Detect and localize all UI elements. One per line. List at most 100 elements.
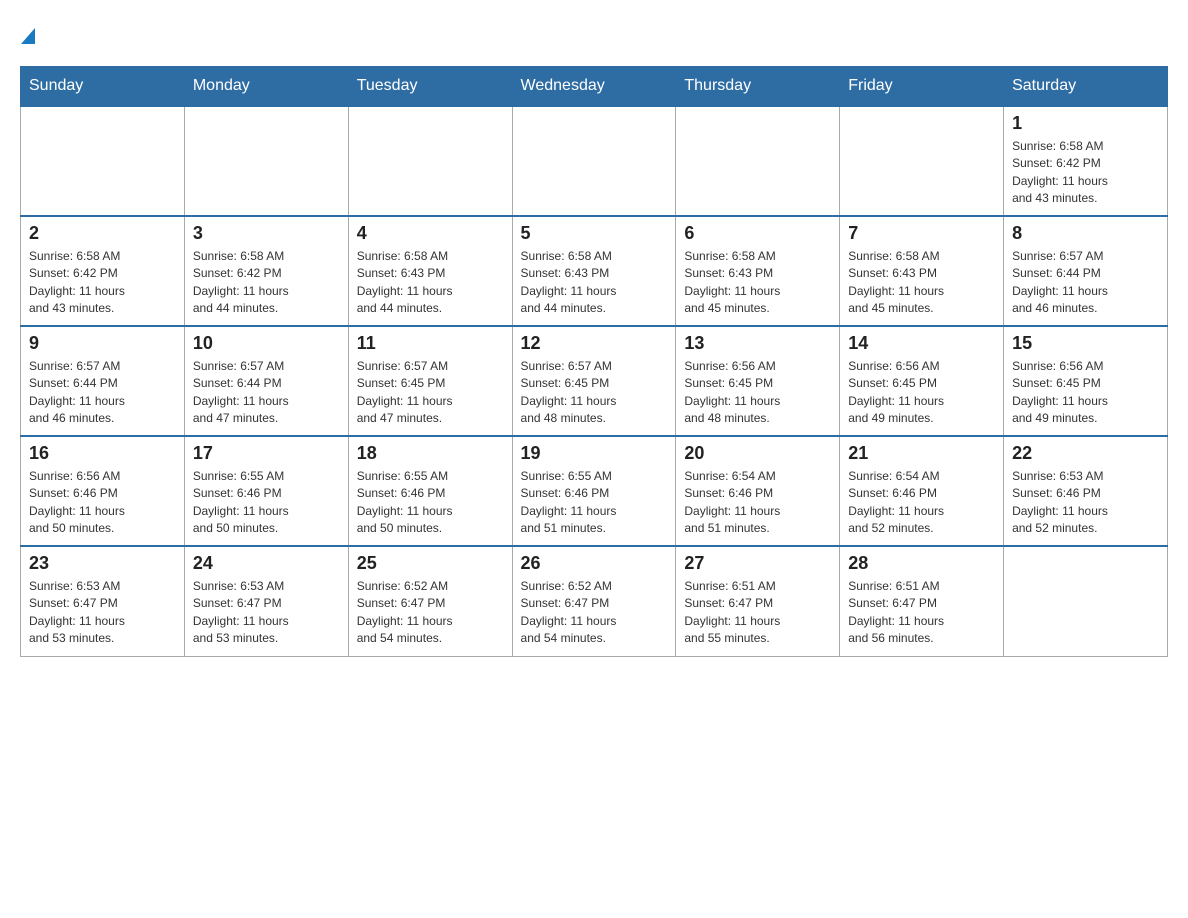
calendar-header-thursday: Thursday	[676, 67, 840, 107]
calendar-header-saturday: Saturday	[1004, 67, 1168, 107]
calendar-week-row: 1 Sunrise: 6:58 AM Sunset: 6:42 PM Daylig…	[21, 106, 1168, 216]
calendar-cell: 24 Sunrise: 6:53 AM Sunset: 6:47 PM Dayli…	[184, 546, 348, 656]
calendar-header-sunday: Sunday	[21, 67, 185, 107]
calendar-cell	[21, 106, 185, 216]
day-number: 10	[193, 333, 340, 354]
day-info: Sunrise: 6:54 AM Sunset: 6:46 PM Dayligh…	[848, 468, 995, 538]
calendar-cell: 16 Sunrise: 6:56 AM Sunset: 6:46 PM Dayli…	[21, 436, 185, 546]
day-number: 7	[848, 223, 995, 244]
day-number: 12	[521, 333, 668, 354]
calendar-cell: 3 Sunrise: 6:58 AM Sunset: 6:42 PM Daylig…	[184, 216, 348, 326]
day-info: Sunrise: 6:53 AM Sunset: 6:46 PM Dayligh…	[1012, 468, 1159, 538]
day-info: Sunrise: 6:56 AM Sunset: 6:45 PM Dayligh…	[848, 358, 995, 428]
day-info: Sunrise: 6:54 AM Sunset: 6:46 PM Dayligh…	[684, 468, 831, 538]
page-header	[20, 20, 1168, 56]
calendar-cell	[184, 106, 348, 216]
day-info: Sunrise: 6:57 AM Sunset: 6:44 PM Dayligh…	[1012, 248, 1159, 318]
calendar-cell: 1 Sunrise: 6:58 AM Sunset: 6:42 PM Daylig…	[1004, 106, 1168, 216]
day-info: Sunrise: 6:56 AM Sunset: 6:45 PM Dayligh…	[684, 358, 831, 428]
logo	[20, 20, 35, 56]
day-info: Sunrise: 6:57 AM Sunset: 6:45 PM Dayligh…	[357, 358, 504, 428]
calendar-cell	[512, 106, 676, 216]
calendar-cell: 18 Sunrise: 6:55 AM Sunset: 6:46 PM Dayli…	[348, 436, 512, 546]
day-number: 21	[848, 443, 995, 464]
day-number: 19	[521, 443, 668, 464]
calendar-cell: 11 Sunrise: 6:57 AM Sunset: 6:45 PM Dayli…	[348, 326, 512, 436]
calendar-cell: 8 Sunrise: 6:57 AM Sunset: 6:44 PM Daylig…	[1004, 216, 1168, 326]
day-number: 18	[357, 443, 504, 464]
calendar-cell: 21 Sunrise: 6:54 AM Sunset: 6:46 PM Dayli…	[840, 436, 1004, 546]
day-info: Sunrise: 6:58 AM Sunset: 6:43 PM Dayligh…	[357, 248, 504, 318]
day-info: Sunrise: 6:55 AM Sunset: 6:46 PM Dayligh…	[357, 468, 504, 538]
day-info: Sunrise: 6:57 AM Sunset: 6:44 PM Dayligh…	[29, 358, 176, 428]
calendar-week-row: 9Sunrise: 6:57 AM Sunset: 6:44 PM Daylig…	[21, 326, 1168, 436]
day-number: 6	[684, 223, 831, 244]
day-number: 22	[1012, 443, 1159, 464]
day-number: 25	[357, 553, 504, 574]
calendar-week-row: 23 Sunrise: 6:53 AM Sunset: 6:47 PM Dayli…	[21, 546, 1168, 656]
day-number: 1	[1012, 113, 1159, 134]
day-number: 11	[357, 333, 504, 354]
day-number: 27	[684, 553, 831, 574]
calendar-cell: 2 Sunrise: 6:58 AM Sunset: 6:42 PM Daylig…	[21, 216, 185, 326]
day-number: 14	[848, 333, 995, 354]
day-number: 5	[521, 223, 668, 244]
calendar-header-wednesday: Wednesday	[512, 67, 676, 107]
calendar-cell: 7Sunrise: 6:58 AM Sunset: 6:43 PM Daylig…	[840, 216, 1004, 326]
calendar-cell: 9Sunrise: 6:57 AM Sunset: 6:44 PM Daylig…	[21, 326, 185, 436]
calendar-cell	[840, 106, 1004, 216]
day-info: Sunrise: 6:51 AM Sunset: 6:47 PM Dayligh…	[684, 578, 831, 648]
calendar-header-tuesday: Tuesday	[348, 67, 512, 107]
day-number: 24	[193, 553, 340, 574]
calendar-cell	[676, 106, 840, 216]
day-number: 3	[193, 223, 340, 244]
calendar-cell: 5 Sunrise: 6:58 AM Sunset: 6:43 PM Daylig…	[512, 216, 676, 326]
day-number: 26	[521, 553, 668, 574]
calendar-cell: 22 Sunrise: 6:53 AM Sunset: 6:46 PM Dayli…	[1004, 436, 1168, 546]
calendar-header-friday: Friday	[840, 67, 1004, 107]
day-info: Sunrise: 6:53 AM Sunset: 6:47 PM Dayligh…	[29, 578, 176, 648]
calendar-cell: 12 Sunrise: 6:57 AM Sunset: 6:45 PM Dayli…	[512, 326, 676, 436]
day-number: 15	[1012, 333, 1159, 354]
calendar-header-monday: Monday	[184, 67, 348, 107]
calendar-cell: 10 Sunrise: 6:57 AM Sunset: 6:44 PM Dayli…	[184, 326, 348, 436]
day-info: Sunrise: 6:58 AM Sunset: 6:42 PM Dayligh…	[29, 248, 176, 318]
calendar-cell: 28Sunrise: 6:51 AM Sunset: 6:47 PM Dayli…	[840, 546, 1004, 656]
day-number: 23	[29, 553, 176, 574]
day-number: 28	[848, 553, 995, 574]
day-info: Sunrise: 6:58 AM Sunset: 6:43 PM Dayligh…	[521, 248, 668, 318]
day-info: Sunrise: 6:55 AM Sunset: 6:46 PM Dayligh…	[193, 468, 340, 538]
calendar-cell: 4 Sunrise: 6:58 AM Sunset: 6:43 PM Daylig…	[348, 216, 512, 326]
calendar-cell: 15 Sunrise: 6:56 AM Sunset: 6:45 PM Dayli…	[1004, 326, 1168, 436]
day-info: Sunrise: 6:57 AM Sunset: 6:44 PM Dayligh…	[193, 358, 340, 428]
day-info: Sunrise: 6:52 AM Sunset: 6:47 PM Dayligh…	[357, 578, 504, 648]
day-number: 16	[29, 443, 176, 464]
calendar-table: SundayMondayTuesdayWednesdayThursdayFrid…	[20, 66, 1168, 657]
day-info: Sunrise: 6:53 AM Sunset: 6:47 PM Dayligh…	[193, 578, 340, 648]
day-number: 2	[29, 223, 176, 244]
calendar-cell: 26 Sunrise: 6:52 AM Sunset: 6:47 PM Dayli…	[512, 546, 676, 656]
day-number: 20	[684, 443, 831, 464]
day-info: Sunrise: 6:58 AM Sunset: 6:42 PM Dayligh…	[193, 248, 340, 318]
day-info: Sunrise: 6:56 AM Sunset: 6:46 PM Dayligh…	[29, 468, 176, 538]
day-number: 8	[1012, 223, 1159, 244]
day-info: Sunrise: 6:57 AM Sunset: 6:45 PM Dayligh…	[521, 358, 668, 428]
calendar-cell: 25 Sunrise: 6:52 AM Sunset: 6:47 PM Dayli…	[348, 546, 512, 656]
calendar-week-row: 2 Sunrise: 6:58 AM Sunset: 6:42 PM Daylig…	[21, 216, 1168, 326]
day-info: Sunrise: 6:52 AM Sunset: 6:47 PM Dayligh…	[521, 578, 668, 648]
logo-triangle-icon	[21, 28, 35, 44]
calendar-cell: 14 Sunrise: 6:56 AM Sunset: 6:45 PM Dayli…	[840, 326, 1004, 436]
day-info: Sunrise: 6:55 AM Sunset: 6:46 PM Dayligh…	[521, 468, 668, 538]
day-info: Sunrise: 6:58 AM Sunset: 6:43 PM Dayligh…	[684, 248, 831, 318]
calendar-cell: 27 Sunrise: 6:51 AM Sunset: 6:47 PM Dayli…	[676, 546, 840, 656]
calendar-cell	[348, 106, 512, 216]
day-info: Sunrise: 6:56 AM Sunset: 6:45 PM Dayligh…	[1012, 358, 1159, 428]
calendar-header-row: SundayMondayTuesdayWednesdayThursdayFrid…	[21, 67, 1168, 107]
calendar-cell: 6 Sunrise: 6:58 AM Sunset: 6:43 PM Daylig…	[676, 216, 840, 326]
day-number: 13	[684, 333, 831, 354]
calendar-cell: 20 Sunrise: 6:54 AM Sunset: 6:46 PM Dayli…	[676, 436, 840, 546]
calendar-cell: 17Sunrise: 6:55 AM Sunset: 6:46 PM Dayli…	[184, 436, 348, 546]
day-number: 4	[357, 223, 504, 244]
calendar-cell: 23 Sunrise: 6:53 AM Sunset: 6:47 PM Dayli…	[21, 546, 185, 656]
day-info: Sunrise: 6:58 AM Sunset: 6:42 PM Dayligh…	[1012, 138, 1159, 208]
